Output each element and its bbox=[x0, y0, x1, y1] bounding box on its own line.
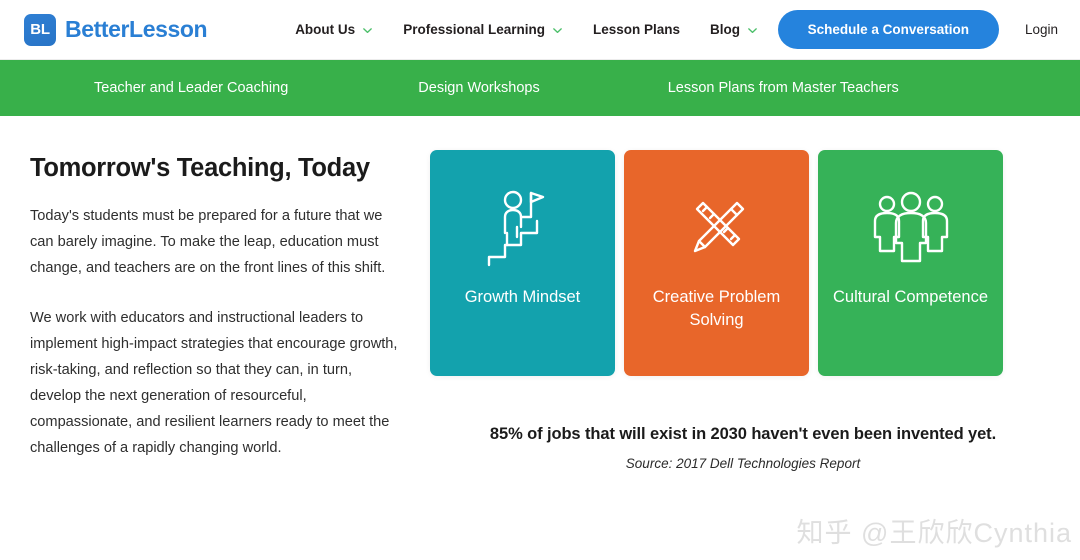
nav-item-blog[interactable]: Blog bbox=[710, 22, 758, 37]
login-link[interactable]: Login bbox=[1025, 22, 1058, 37]
page-root: BL BetterLesson About Us Professional Le… bbox=[0, 0, 1080, 560]
nav-item-blog-label: Blog bbox=[710, 22, 741, 37]
feature-card-group: Growth Mindset Creative Problem Solving … bbox=[430, 150, 1056, 376]
page-title: Tomorrow's Teaching, Today bbox=[30, 154, 370, 182]
chevron-down-icon bbox=[552, 25, 563, 36]
feature-card-creative-problem-solving[interactable]: Creative Problem Solving bbox=[624, 150, 809, 376]
nav-item-lesson-plans-label: Lesson Plans bbox=[592, 22, 681, 37]
schedule-conversation-button[interactable]: Schedule a Conversation bbox=[777, 10, 999, 49]
nav-item-professional-learning[interactable]: Professional Learning bbox=[403, 22, 563, 37]
feature-card-creative-problem-solving-label: Creative Problem Solving bbox=[652, 288, 781, 329]
intro-paragraph-2: We work with educators and instructional… bbox=[30, 310, 398, 456]
intro-column: Tomorrow's Teaching, Today Today's stude… bbox=[30, 148, 402, 485]
nav-item-about-us-label: About Us bbox=[295, 22, 356, 37]
nav-item-professional-learning-label: Professional Learning bbox=[403, 22, 545, 37]
brand-logo[interactable]: BL BetterLesson bbox=[24, 13, 208, 46]
watermark-text: 知乎 @王欣欣Cynthia bbox=[796, 518, 1072, 548]
brand-mark-icon: BL bbox=[24, 13, 56, 46]
nav-right-group: Schedule a Conversation Login bbox=[777, 10, 1080, 49]
pencil-and-ruler-icon bbox=[677, 186, 757, 272]
three-people-icon bbox=[869, 186, 953, 272]
nav-item-about-us[interactable]: About Us bbox=[295, 22, 373, 37]
feature-card-cultural-competence[interactable]: Cultural Competence bbox=[818, 150, 1003, 376]
feature-card-cultural-competence-label: Cultural Competence bbox=[833, 288, 988, 306]
brand-name-text: BetterLesson bbox=[65, 16, 208, 42]
subnav-item-design-workshops[interactable]: Design Workshops bbox=[418, 80, 539, 96]
feature-card-growth-mindset-label: Growth Mindset bbox=[464, 288, 581, 306]
chevron-down-icon bbox=[362, 25, 373, 36]
subnav-item-teacher-and-leader-coaching[interactable]: Teacher and Leader Coaching bbox=[94, 80, 288, 96]
main-content: Tomorrow's Teaching, Today Today's stude… bbox=[0, 116, 1080, 485]
statistic-block: 85% of jobs that will exist in 2030 have… bbox=[430, 422, 1056, 471]
feature-card-growth-mindset[interactable]: Growth Mindset bbox=[430, 150, 615, 376]
secondary-navigation-bar: Teacher and Leader Coaching Design Works… bbox=[0, 60, 1080, 116]
statistic-source: Source: 2017 Dell Technologies Report bbox=[625, 456, 861, 471]
person-climbing-stairs-with-flag-icon bbox=[483, 186, 563, 272]
primary-nav-links: About Us Professional Learning Lesson Pl… bbox=[295, 22, 758, 37]
nav-item-lesson-plans[interactable]: Lesson Plans bbox=[593, 22, 680, 37]
top-navigation-bar: BL BetterLesson About Us Professional Le… bbox=[0, 0, 1080, 60]
subnav-item-lesson-plans-from-master-teachers[interactable]: Lesson Plans from Master Teachers bbox=[668, 80, 899, 96]
intro-paragraph-1: Today's students must be prepared for a … bbox=[30, 208, 386, 276]
chevron-down-icon bbox=[747, 25, 758, 36]
feature-column: Growth Mindset Creative Problem Solving … bbox=[418, 148, 1056, 485]
secondary-nav-inner: Teacher and Leader Coaching Design Works… bbox=[0, 80, 1080, 96]
statistic-headline: 85% of jobs that will exist in 2030 have… bbox=[489, 425, 997, 443]
